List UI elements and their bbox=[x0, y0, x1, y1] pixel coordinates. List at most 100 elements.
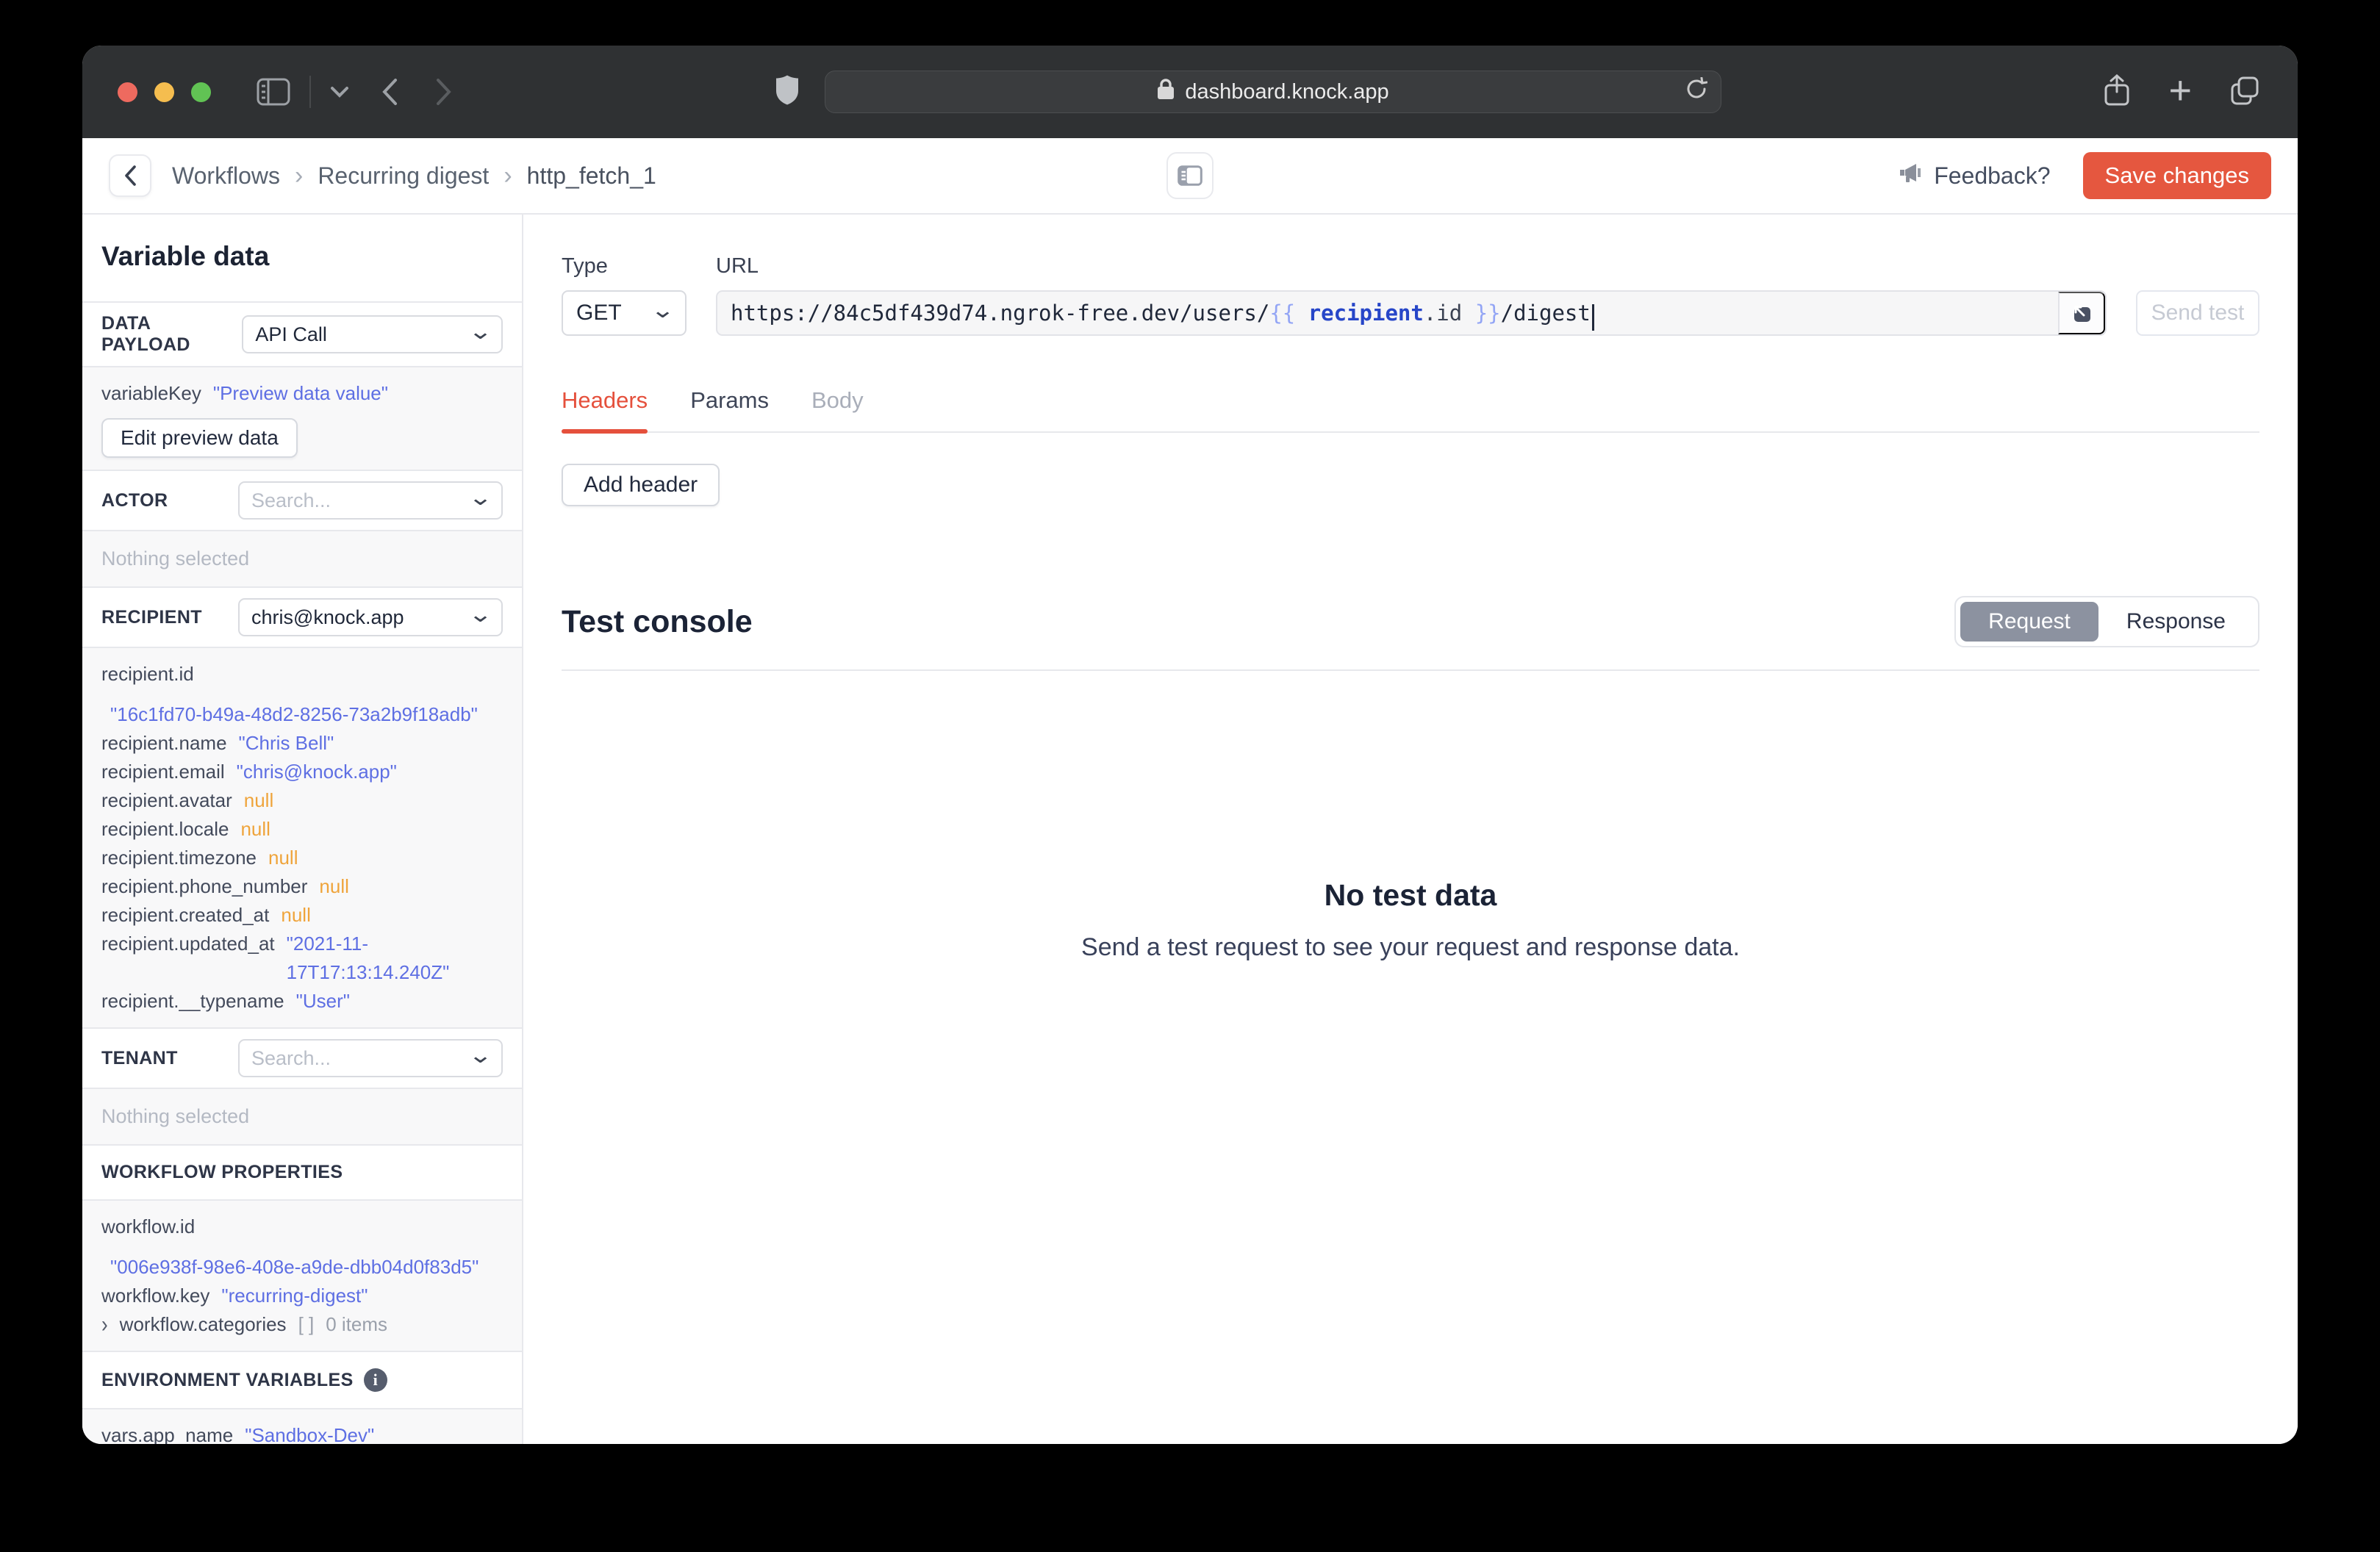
feedback-link[interactable]: Feedback? bbox=[1899, 162, 2051, 190]
zoom-window-button[interactable] bbox=[191, 82, 211, 102]
tenant-placeholder: Search... bbox=[251, 1046, 331, 1069]
preview-data-panel: variableKey "Preview data value" Edit pr… bbox=[82, 366, 522, 471]
variable-key: recipient.avatar bbox=[101, 789, 232, 811]
variable-value: "Chris Bell" bbox=[238, 732, 334, 754]
tab-params[interactable]: Params bbox=[690, 387, 769, 431]
save-changes-button[interactable]: Save changes bbox=[2082, 152, 2271, 199]
environment-variables-header: ENVIRONMENT VARIABLES i bbox=[82, 1352, 522, 1408]
method-select[interactable]: GET ⌄ bbox=[562, 290, 687, 336]
variable-row: workflow.key "recurring-digest" bbox=[101, 1282, 503, 1310]
recipient-properties-panel: recipient.id "16c1fd70-b49a-48d2-8256-73… bbox=[82, 647, 522, 1029]
data-payload-select[interactable]: API Call ⌄ bbox=[242, 315, 503, 353]
recipient-select[interactable]: chris@knock.app ⌄ bbox=[238, 598, 503, 636]
variable-key: workflow.key bbox=[101, 1285, 210, 1307]
browser-window: dashboard.knock.app + Workflows › Recurr… bbox=[82, 46, 2298, 1444]
breadcrumb-separator: › bbox=[294, 161, 304, 190]
empty-state-title: No test data bbox=[1324, 878, 1497, 912]
variable-value: "recurring-digest" bbox=[221, 1285, 368, 1307]
url-text: https://84c5df439d74.ngrok-free.dev/user… bbox=[731, 301, 1591, 326]
preview-key: variableKey bbox=[101, 382, 201, 404]
breadcrumb-step-name: http_fetch_1 bbox=[526, 162, 656, 189]
variable-row: recipient.name "Chris Bell" bbox=[101, 729, 503, 758]
back-button[interactable] bbox=[109, 154, 151, 197]
minimize-window-button[interactable] bbox=[154, 82, 174, 102]
chevron-down-icon[interactable] bbox=[330, 86, 349, 98]
chevron-down-icon: ⌄ bbox=[467, 603, 493, 627]
variable-row: recipient.phone_number null bbox=[101, 872, 503, 901]
variable-value: "chris@knock.app" bbox=[236, 761, 397, 783]
url-input[interactable]: https://84c5df439d74.ngrok-free.dev/user… bbox=[716, 290, 2107, 336]
variable-data-sidebar: Variable data DATA PAYLOAD API Call ⌄ va… bbox=[82, 215, 523, 1444]
variable-key: recipient.updated_at bbox=[101, 933, 275, 955]
chevron-down-icon: ⌄ bbox=[467, 320, 493, 344]
forward-icon[interactable] bbox=[436, 78, 452, 106]
tenant-select[interactable]: Search... ⌄ bbox=[238, 1039, 503, 1077]
variable-row: workflow.id "006e938f-98e6-408e-a9de-dbb… bbox=[101, 1212, 503, 1282]
environment-variables-label: ENVIRONMENT VARIABLES bbox=[101, 1369, 354, 1390]
expand-chevron-icon[interactable]: › bbox=[101, 1307, 108, 1342]
toggle-response[interactable]: Response bbox=[2098, 602, 2254, 642]
sidebar-title: Variable data bbox=[82, 215, 522, 303]
add-header-button[interactable]: Add header bbox=[562, 464, 720, 506]
variable-value: "Sandbox-Dev" bbox=[245, 1424, 375, 1444]
data-payload-row: DATA PAYLOAD API Call ⌄ bbox=[82, 303, 522, 366]
empty-state-description: Send a test request to see your request … bbox=[1081, 933, 1740, 961]
empty-state: No test data Send a test request to see … bbox=[562, 878, 2259, 962]
method-field: Type GET ⌄ bbox=[562, 254, 687, 336]
variable-value: null bbox=[243, 789, 274, 811]
variable-row: recipient.updated_at "2021-11-17T17:13:1… bbox=[101, 930, 503, 987]
variable-key: recipient.id bbox=[101, 663, 194, 685]
text-cursor bbox=[1591, 304, 1594, 331]
privacy-shield-icon[interactable] bbox=[775, 75, 799, 109]
toggle-request[interactable]: Request bbox=[1960, 602, 2098, 642]
recipient-label: RECIPIENT bbox=[101, 606, 202, 628]
expand-editor-button[interactable] bbox=[2058, 292, 2105, 334]
browser-titlebar: dashboard.knock.app + bbox=[82, 46, 2298, 138]
breadcrumb-separator: › bbox=[503, 161, 512, 190]
variable-row: vars.app_name "Sandbox-Dev" bbox=[101, 1421, 503, 1444]
breadcrumb-workflows[interactable]: Workflows bbox=[172, 162, 280, 190]
address-text: dashboard.knock.app bbox=[1185, 79, 1389, 104]
actor-empty-text: Nothing selected bbox=[101, 547, 250, 570]
back-icon[interactable] bbox=[381, 78, 398, 106]
tab-body[interactable]: Body bbox=[811, 387, 864, 431]
toolbar-divider bbox=[309, 76, 311, 108]
variable-row: recipient.created_at null bbox=[101, 901, 503, 930]
chevron-down-icon: ⌄ bbox=[467, 486, 493, 510]
request-tabs: Headers Params Body bbox=[562, 387, 2259, 434]
variable-row: recipient.email "chris@knock.app" bbox=[101, 758, 503, 786]
actor-row: ACTOR Search... ⌄ bbox=[82, 471, 522, 530]
info-icon[interactable]: i bbox=[363, 1368, 387, 1392]
variable-key: workflow.id bbox=[101, 1215, 196, 1237]
breadcrumb-workflow-name[interactable]: Recurring digest bbox=[318, 162, 489, 190]
variable-key: recipient.timezone bbox=[101, 847, 257, 869]
workflow-properties-label: WORKFLOW PROPERTIES bbox=[101, 1162, 343, 1182]
close-window-button[interactable] bbox=[118, 82, 137, 102]
share-icon[interactable] bbox=[2104, 73, 2130, 110]
panel-layout-toggle-button[interactable] bbox=[1166, 152, 1214, 199]
tab-overview-icon[interactable] bbox=[2230, 76, 2259, 109]
edit-preview-data-button[interactable]: Edit preview data bbox=[101, 418, 298, 458]
variable-key: recipient.email bbox=[101, 761, 225, 783]
chevron-down-icon: ⌄ bbox=[650, 298, 675, 323]
actor-select[interactable]: Search... ⌄ bbox=[238, 481, 503, 520]
url-field: URL https://84c5df439d74.ngrok-free.dev/… bbox=[716, 254, 2107, 336]
tab-headers[interactable]: Headers bbox=[562, 387, 648, 434]
sidebar-toggle-icon[interactable] bbox=[257, 78, 290, 106]
http-fetch-editor: Type GET ⌄ URL https://84c5df439d74.ngro… bbox=[523, 215, 2298, 1444]
tenant-empty-panel: Nothing selected bbox=[82, 1088, 522, 1146]
console-divider bbox=[562, 669, 2259, 671]
test-console-title: Test console bbox=[562, 603, 753, 639]
traffic-lights bbox=[118, 82, 211, 102]
address-bar[interactable]: dashboard.knock.app bbox=[825, 71, 1721, 113]
variable-row: recipient.avatar null bbox=[101, 786, 503, 815]
variable-key: recipient.phone_number bbox=[101, 875, 308, 897]
url-label: URL bbox=[716, 254, 759, 278]
variable-value: "2021-11-17T17:13:14.240Z" bbox=[286, 933, 450, 983]
variable-value: [ ] bbox=[298, 1313, 315, 1335]
reload-icon[interactable] bbox=[1685, 76, 1708, 107]
new-tab-icon[interactable]: + bbox=[2168, 71, 2192, 110]
send-test-button[interactable]: Send test bbox=[2136, 290, 2259, 336]
feedback-label: Feedback? bbox=[1934, 162, 2051, 189]
variable-key: recipient.locale bbox=[101, 818, 229, 840]
